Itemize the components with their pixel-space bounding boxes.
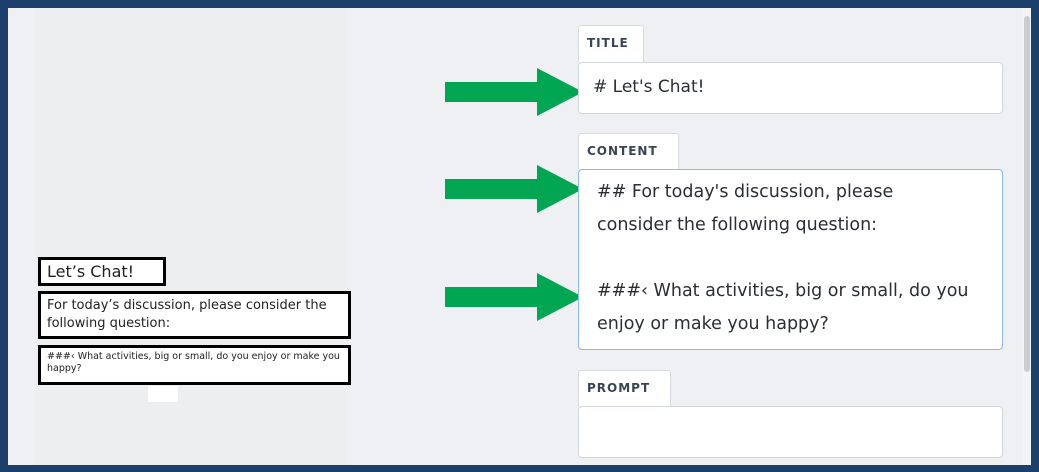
prompt-label: PROMPT [578,370,671,407]
preview-content: For today’s discussion, please consider … [38,291,351,339]
right-arrow-icon [445,273,583,321]
right-arrow-icon [445,165,583,213]
title-input[interactable]: # Let's Chat! [578,62,1003,114]
preview-title: Let’s Chat! [38,257,166,286]
content-label: CONTENT [578,133,679,170]
scrollbar-thumb[interactable] [1024,16,1030,372]
scrollbar[interactable] [1022,8,1031,465]
preview-heading3: ###‹ What activities, big or small, do y… [38,345,351,385]
preview-panel [35,8,348,465]
preview-element-stub [148,386,178,402]
content-textarea[interactable]: ## For today's discussion, please consid… [578,169,1003,350]
title-label: TITLE [578,25,644,62]
prompt-input[interactable] [578,406,1003,458]
editor-frame: Let’s Chat! For today’s discussion, plea… [8,8,1031,465]
right-arrow-icon [445,68,583,116]
